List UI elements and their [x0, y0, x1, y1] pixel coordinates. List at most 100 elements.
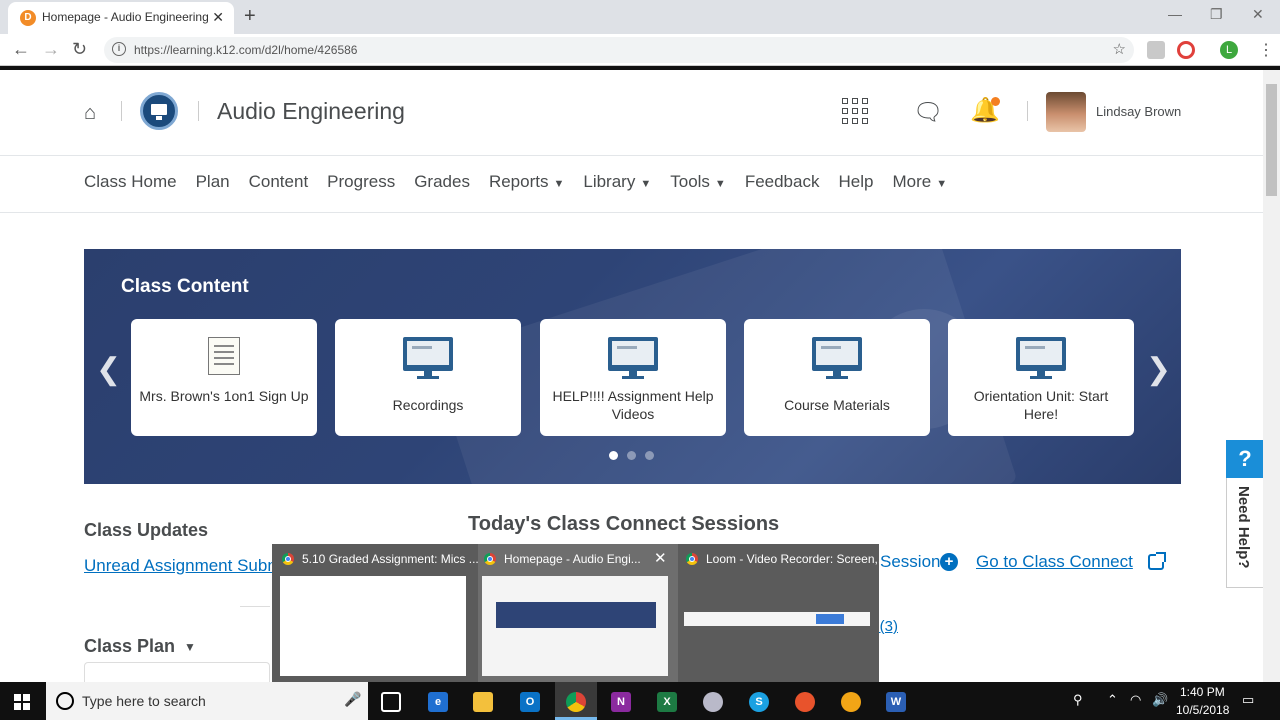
content-card[interactable]: Mrs. Brown's 1on1 Sign Up: [131, 319, 317, 436]
chevron-down-icon: ▼: [936, 178, 948, 190]
user-avatar[interactable]: [1046, 92, 1086, 132]
content-card[interactable]: HELP!!!! Assignment Help Videos: [540, 319, 726, 436]
outlook-icon[interactable]: O: [520, 692, 540, 712]
home-icon[interactable]: ⌂: [84, 102, 96, 125]
browser-tab[interactable]: D Homepage - Audio Engineering ✕: [8, 2, 234, 34]
microphone-icon[interactable]: 🎤: [344, 691, 361, 708]
volume-icon[interactable]: 🔊: [1152, 692, 1168, 708]
clock-time[interactable]: 1:40 PM: [1180, 685, 1225, 699]
scrollbar-thumb[interactable]: [1266, 84, 1277, 196]
search-placeholder: Type here to search: [82, 693, 206, 709]
taskbar-window-preview: 5.10 Graded Assignment: Mics ... Homepag…: [272, 544, 888, 682]
preview-thumbnail[interactable]: [482, 576, 668, 676]
file-explorer-icon[interactable]: [473, 692, 493, 712]
nav-item-grades[interactable]: Grades: [414, 172, 470, 196]
wifi-icon[interactable]: ◠: [1130, 692, 1141, 708]
chevron-down-icon[interactable]: ▼: [184, 640, 196, 654]
divider: [1027, 101, 1028, 121]
course-title[interactable]: Audio Engineering: [217, 98, 405, 125]
need-help-question-icon[interactable]: ?: [1226, 440, 1264, 478]
nav-item-plan[interactable]: Plan: [196, 172, 230, 196]
nav-item-library[interactable]: Library ▼: [583, 172, 651, 196]
preview-close-icon[interactable]: ✕: [654, 549, 667, 567]
task-view-icon[interactable]: [381, 692, 401, 712]
nav-item-content[interactable]: Content: [249, 172, 309, 196]
add-session-link[interactable]: Session: [880, 552, 940, 572]
course-selector-grid-icon[interactable]: [842, 98, 869, 125]
people-icon[interactable]: ⚲: [1073, 692, 1083, 708]
tab-close-icon[interactable]: ✕: [212, 9, 224, 26]
carousel-dot[interactable]: [609, 451, 618, 460]
edge-icon[interactable]: e: [428, 692, 448, 712]
minimize-icon[interactable]: —: [1168, 6, 1182, 22]
add-session-plus-icon[interactable]: +: [940, 553, 958, 571]
preview-thumbnail[interactable]: [684, 612, 870, 626]
carousel-prev-icon[interactable]: ❮: [96, 352, 121, 387]
nav-item-help[interactable]: Help: [838, 172, 873, 196]
nav-item-feedback[interactable]: Feedback: [745, 172, 820, 196]
app-icon[interactable]: [703, 692, 723, 712]
address-bar: ← → ↻ i https://learning.k12.com/d2l/hom…: [0, 34, 1280, 66]
onenote-icon[interactable]: N: [611, 692, 631, 712]
nav-item-label: Feedback: [744, 172, 820, 191]
preview-window-title[interactable]: Homepage - Audio Engi...: [504, 552, 641, 566]
nav-item-label: Tools: [670, 172, 710, 191]
nav-item-label: Progress: [327, 172, 396, 191]
windows-start-icon[interactable]: [14, 694, 30, 710]
cortana-icon: [56, 692, 74, 710]
app-icon[interactable]: [841, 692, 861, 712]
carousel-next-icon[interactable]: ❯: [1146, 352, 1171, 387]
taskbar-search-input[interactable]: Type here to search 🎤: [46, 682, 368, 720]
extension-icon[interactable]: [1147, 41, 1165, 59]
forward-icon[interactable]: →: [42, 39, 60, 60]
chevron-down-icon: ▼: [640, 178, 652, 190]
window-close-icon[interactable]: ✕: [1252, 6, 1264, 23]
nav-item-reports[interactable]: Reports ▼: [489, 172, 564, 196]
monitor-icon: [812, 337, 862, 379]
reload-icon[interactable]: ↻: [72, 39, 87, 60]
tray-chevron-up-icon[interactable]: ⌃: [1107, 692, 1118, 708]
maximize-icon[interactable]: ❐: [1210, 6, 1223, 23]
go-to-class-connect-link[interactable]: Go to Class Connect: [976, 552, 1133, 572]
extension-icon[interactable]: [1177, 41, 1195, 59]
chevron-down-icon: ▼: [714, 178, 726, 190]
preview-window-title[interactable]: 5.10 Graded Assignment: Mics ...: [302, 552, 479, 566]
content-card[interactable]: Orientation Unit: Start Here!: [948, 319, 1134, 436]
excel-icon[interactable]: X: [657, 692, 677, 712]
app-icon[interactable]: [795, 692, 815, 712]
action-center-icon[interactable]: ▭: [1242, 692, 1254, 708]
preview-window-title[interactable]: Loom - Video Recorder: Screen,...: [706, 552, 888, 566]
nav-item-label: Grades: [414, 172, 470, 191]
word-icon[interactable]: W: [886, 692, 906, 712]
monitor-icon: [1016, 337, 1066, 379]
messages-icon[interactable]: 🗨: [913, 98, 943, 127]
site-info-icon[interactable]: i: [112, 42, 126, 56]
nav-item-label: Class Home: [84, 172, 177, 191]
clock-date[interactable]: 10/5/2018: [1176, 703, 1229, 717]
nav-item-tools[interactable]: Tools ▼: [670, 172, 726, 196]
nav-item-more[interactable]: More ▼: [892, 172, 947, 196]
nav-item-class-home[interactable]: Class Home: [84, 172, 177, 196]
document-icon: [208, 337, 240, 375]
content-card-label: HELP!!!! Assignment Help Videos: [552, 388, 714, 422]
divider: [198, 101, 199, 121]
back-icon[interactable]: ←: [12, 39, 30, 60]
carousel-dot[interactable]: [645, 451, 654, 460]
nav-item-progress[interactable]: Progress: [327, 172, 395, 196]
browser-menu-icon[interactable]: ⋮: [1258, 40, 1274, 60]
need-help-label[interactable]: Need Help?: [1235, 486, 1252, 569]
chrome-icon[interactable]: [566, 692, 586, 712]
class-plan-title[interactable]: Class Plan: [84, 636, 175, 657]
content-card[interactable]: Recordings: [335, 319, 521, 436]
course-logo-icon[interactable]: [140, 92, 178, 130]
skype-icon[interactable]: S: [749, 692, 769, 712]
new-tab-button[interactable]: +: [244, 5, 256, 28]
content-card[interactable]: Course Materials: [744, 319, 930, 436]
user-name[interactable]: Lindsay Brown: [1096, 104, 1181, 119]
external-link-icon[interactable]: [1148, 552, 1166, 570]
profile-avatar[interactable]: L: [1220, 41, 1238, 59]
carousel-dot[interactable]: [627, 451, 636, 460]
bookmark-star-icon[interactable]: ☆: [1113, 40, 1126, 58]
preview-thumbnail[interactable]: [280, 576, 466, 676]
url-input[interactable]: i https://learning.k12.com/d2l/home/4265…: [104, 37, 1134, 63]
